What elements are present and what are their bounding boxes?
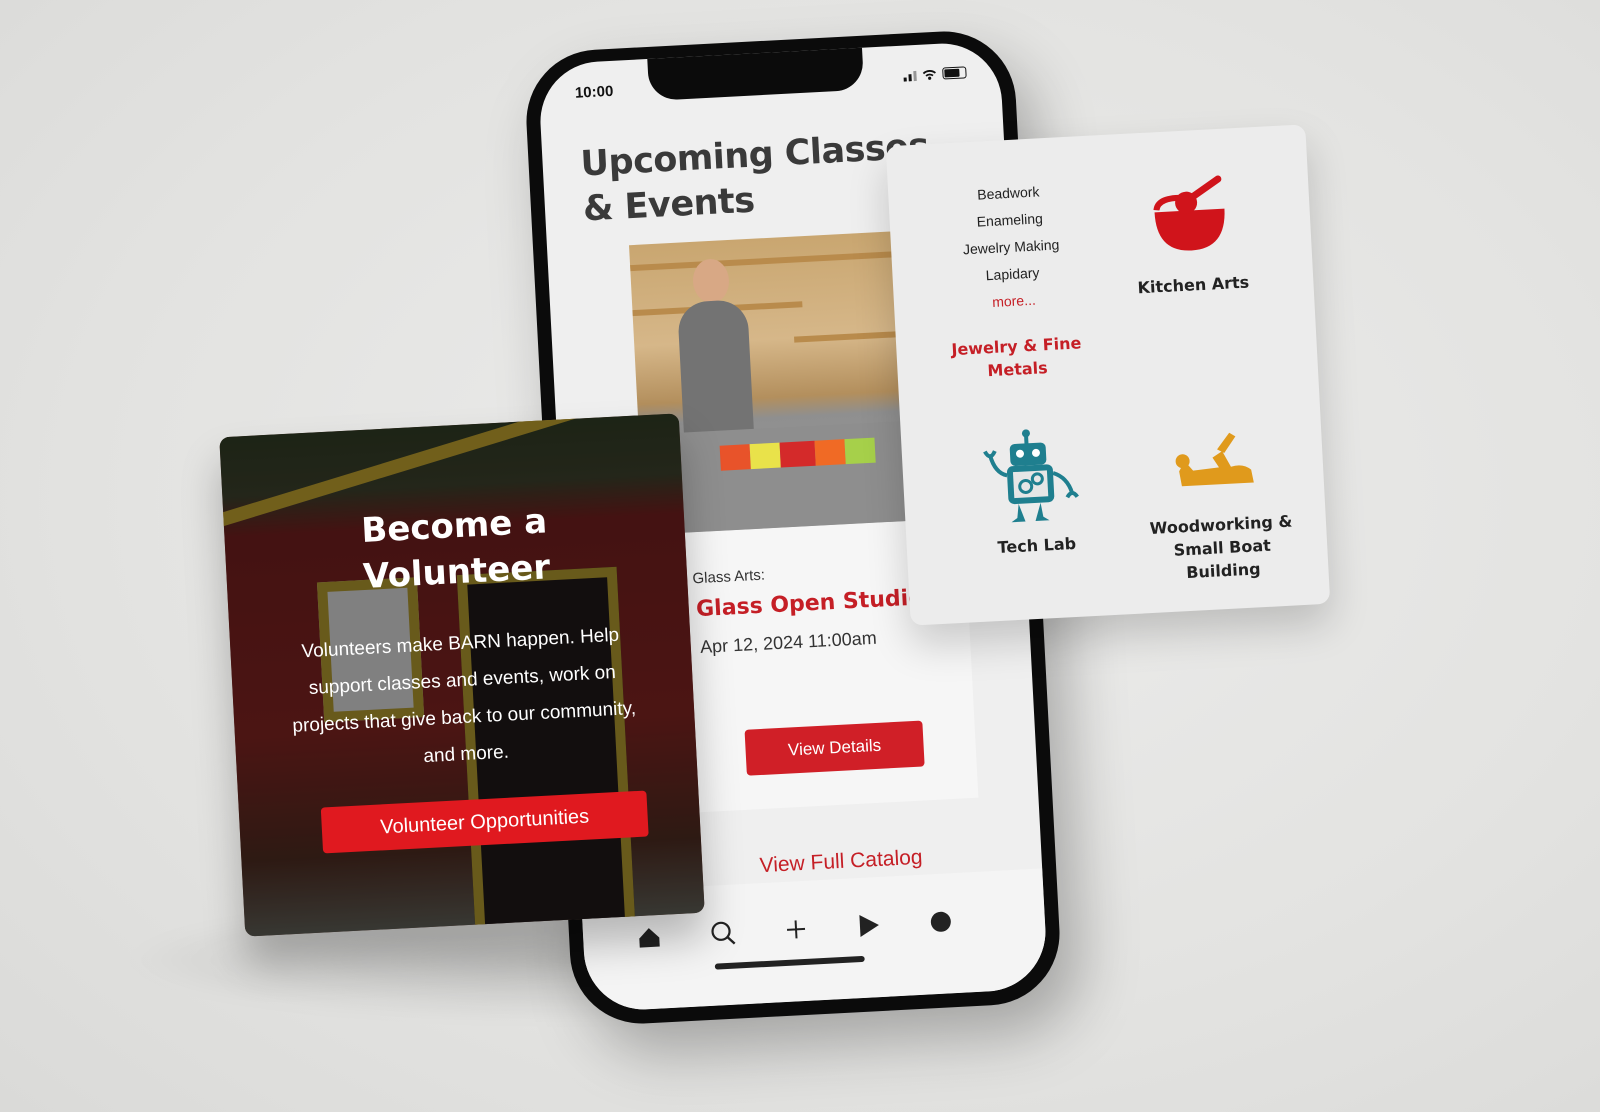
tab-search[interactable] bbox=[704, 914, 742, 952]
tab-profile[interactable] bbox=[922, 903, 960, 941]
circle-icon bbox=[930, 911, 951, 932]
status-time: 10:00 bbox=[574, 82, 614, 102]
category-woodworking[interactable]: Woodworking & Small Boat Building bbox=[1145, 509, 1298, 586]
play-icon bbox=[859, 915, 879, 938]
tab-add[interactable] bbox=[777, 910, 815, 948]
jewelry-subcategory-list: Beadwork Enameling Jewelry Making Lapida… bbox=[948, 177, 1075, 318]
category-jewelry-fine-metals[interactable]: Jewelry & Fine Metals bbox=[936, 331, 1098, 385]
tab-play[interactable] bbox=[850, 907, 888, 945]
robot-icon bbox=[983, 429, 1079, 523]
volunteer-card: Become a Volunteer Volunteers make BARN … bbox=[219, 413, 705, 937]
category-tech-lab[interactable]: Tech Lab bbox=[976, 531, 1097, 560]
category-kitchen-arts[interactable]: Kitchen Arts bbox=[1123, 270, 1264, 300]
tab-home[interactable] bbox=[630, 918, 668, 956]
event-category: Glass Arts: bbox=[692, 566, 766, 588]
volunteer-description: Volunteers make BARN happen. Help suppor… bbox=[291, 624, 637, 768]
phone-notch bbox=[647, 45, 865, 101]
categories-panel: Beadwork Enameling Jewelry Making Lapida… bbox=[885, 124, 1331, 626]
view-full-catalog-link[interactable]: View Full Catalog bbox=[759, 846, 923, 878]
mixing-bowl-icon bbox=[1153, 175, 1225, 251]
page-title: Upcoming Classes & Events bbox=[579, 126, 930, 230]
wifi-icon bbox=[922, 69, 936, 80]
status-icons bbox=[903, 66, 967, 82]
view-details-button[interactable]: View Details bbox=[744, 720, 925, 776]
battery-icon bbox=[942, 66, 967, 80]
search-icon bbox=[711, 921, 736, 945]
home-indicator bbox=[714, 955, 865, 970]
more-link[interactable]: more... bbox=[953, 285, 1074, 318]
hand-plane-icon bbox=[1175, 432, 1254, 487]
event-title[interactable]: Glass Open Studio bbox=[696, 585, 924, 622]
plus-icon bbox=[786, 920, 806, 939]
signal-icon bbox=[903, 69, 917, 82]
event-date: Apr 12, 2024 11:00am bbox=[699, 627, 878, 658]
home-icon bbox=[639, 928, 660, 948]
